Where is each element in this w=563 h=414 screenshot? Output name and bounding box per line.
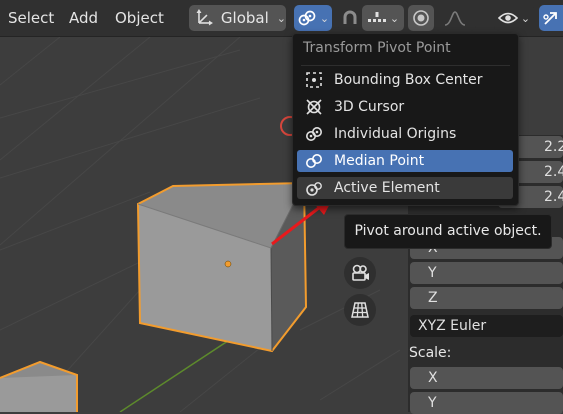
pivot-boundbox-icon: [306, 72, 322, 88]
gizmo-icon: [543, 12, 557, 25]
menu-title: Transform Pivot Point: [303, 40, 451, 56]
snap-target-dropdown[interactable]: ⌄: [362, 5, 404, 31]
menu-item-label: Median Point: [334, 153, 425, 169]
snap-magnet-icon: [343, 10, 357, 24]
chevron-down-icon: ⌄: [319, 11, 330, 25]
menu-item-active-element[interactable]: Active Element: [297, 177, 513, 199]
rotation-z-field[interactable]: Z: [410, 287, 563, 309]
object-origin-dot: [224, 260, 232, 268]
visibility-dropdown[interactable]: ⌄: [494, 5, 534, 31]
proportional-editing-icon: [413, 10, 429, 26]
pivot-active-icon: [306, 182, 322, 196]
falloff-curve-icon: [444, 11, 466, 26]
cube[interactable]: [136, 181, 308, 353]
camera-view-button[interactable]: [344, 257, 376, 289]
eye-icon: [497, 12, 518, 24]
menu-add[interactable]: Add: [69, 0, 98, 36]
menu-select[interactable]: Select: [8, 0, 54, 36]
menu-object[interactable]: Object: [115, 0, 164, 36]
grid-perspective-icon: [351, 302, 369, 318]
pivot-point-menu: Transform Pivot Point Bounding Box Cente…: [292, 33, 519, 206]
chevron-down-icon: ⌄: [389, 11, 400, 25]
transform-orientation-dropdown[interactable]: Global ⌄: [189, 5, 286, 31]
pivot-median-icon: [306, 154, 322, 168]
menu-item-label: Active Element: [334, 180, 440, 196]
tooltip: Pivot around active object.: [344, 214, 552, 249]
menu-item-bounding-box-center[interactable]: Bounding Box Center: [297, 69, 513, 91]
menu-item-individual-origins[interactable]: Individual Origins: [297, 123, 513, 145]
menu-item-3d-cursor[interactable]: 3D Cursor: [297, 96, 513, 118]
proportional-editing-toggle[interactable]: [408, 5, 434, 31]
snap-increment-icon: [367, 12, 386, 22]
transform-orientation-icon: [196, 9, 213, 26]
menu-item-label: 3D Cursor: [334, 99, 405, 115]
chevron-down-icon: ⌄: [276, 11, 286, 25]
menu-separator: [301, 65, 510, 66]
pivot-cursor-icon: [306, 99, 322, 115]
pivot-individual-icon: [306, 127, 322, 141]
snap-toggle[interactable]: [338, 5, 362, 31]
menu-item-label: Individual Origins: [334, 126, 457, 142]
pivot-point-dropdown[interactable]: ⌄: [294, 5, 332, 31]
menu-item-median-point[interactable]: Median Point: [297, 150, 513, 172]
rotation-y-field[interactable]: Y: [410, 262, 563, 284]
second-object[interactable]: [0, 360, 78, 412]
scale-x-field[interactable]: X: [410, 367, 563, 389]
toggle-perspective-button[interactable]: [344, 294, 376, 326]
proportional-falloff-dropdown[interactable]: [434, 5, 476, 31]
chevron-down-icon: ⌄: [520, 11, 531, 25]
camera-icon: [352, 264, 369, 281]
scale-y-field[interactable]: Y: [410, 392, 563, 414]
menu-item-label: Bounding Box Center: [334, 72, 483, 88]
pivot-individual-origins-icon: [298, 10, 316, 26]
gizmo-toggle[interactable]: [539, 5, 563, 31]
rotation-mode-select[interactable]: XYZ Euler: [410, 315, 563, 337]
scale-label: Scale:: [409, 345, 452, 361]
orientation-label: Global: [220, 9, 269, 27]
